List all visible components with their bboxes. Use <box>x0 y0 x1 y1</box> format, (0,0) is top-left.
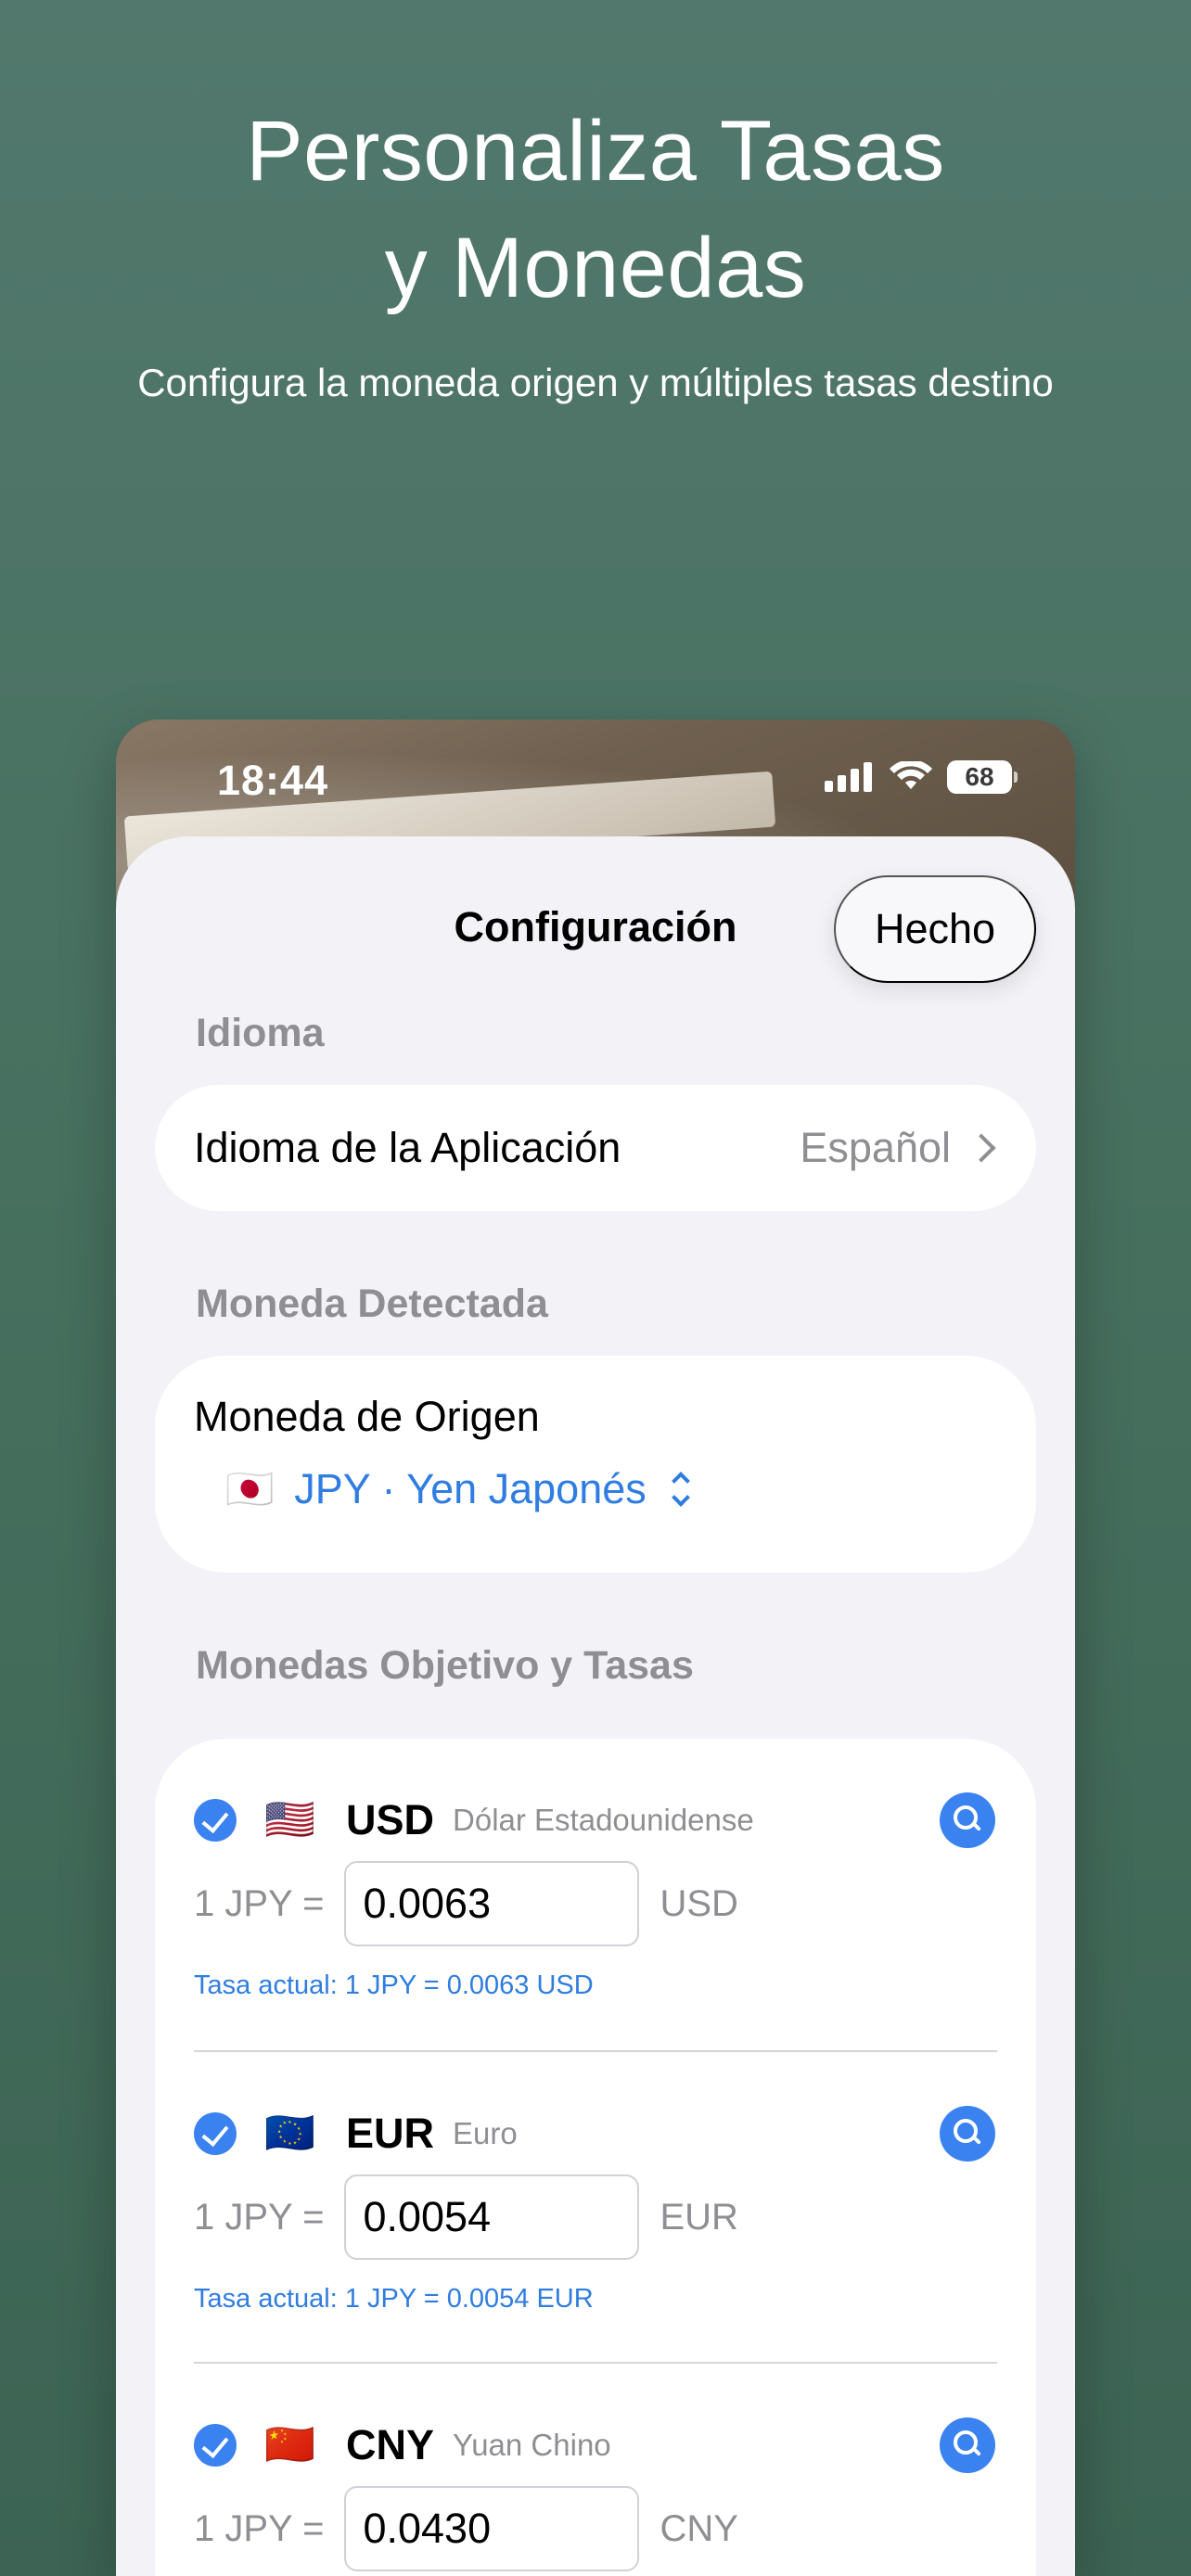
status-icons: 68 <box>825 760 1018 794</box>
cn-flag-icon: 🇨🇳 <box>264 2422 315 2468</box>
rate-input[interactable] <box>344 2486 640 2571</box>
rate-prefix: 1 JPY = <box>194 2507 325 2549</box>
eu-flag-icon: 🇪🇺 <box>264 2111 315 2156</box>
rate-unit: CNY <box>660 2507 738 2549</box>
rate-input[interactable] <box>344 1861 640 1946</box>
chevron-right-icon <box>967 1133 996 1163</box>
us-flag-icon: 🇺🇸 <box>264 1797 315 1843</box>
checkmark-icon[interactable] <box>194 2424 237 2467</box>
currency-code: USD <box>346 1796 435 1843</box>
rate-prefix: 1 JPY = <box>194 2196 325 2238</box>
search-icon[interactable] <box>940 2417 995 2473</box>
chevron-up-down-icon <box>671 1472 690 1507</box>
promo-title-line2: y Monedas <box>384 221 807 315</box>
currency-code: CNY <box>346 2421 435 2468</box>
app-language-label: Idioma de la Aplicación <box>194 1124 621 1171</box>
target-currencies-card: 🇺🇸 USD Dólar Estadounidense 1 JPY = USD … <box>155 1739 1036 2576</box>
target-head: 🇨🇳 CNY Yuan Chino <box>194 2417 997 2473</box>
target-head: 🇺🇸 USD Dólar Estadounidense <box>194 1792 997 1848</box>
done-button[interactable]: Hecho <box>834 875 1036 983</box>
currency-name: Euro <box>453 2116 518 2150</box>
status-bar: 18:44 68 <box>116 720 1075 849</box>
app-language-row[interactable]: Idioma de la Aplicación Español <box>155 1085 1036 1211</box>
rate-row: 1 JPY = CNY <box>194 2486 738 2571</box>
current-rate-text: Tasa actual: 1 JPY = 0.0063 USD <box>194 1970 594 2000</box>
app-language-value: Español <box>800 1124 951 1171</box>
rate-input[interactable] <box>344 2174 640 2260</box>
rate-unit: EUR <box>660 2196 738 2238</box>
checkmark-icon[interactable] <box>194 1799 237 1842</box>
section-header-targets: Monedas Objetivo y Tasas <box>196 1643 694 1688</box>
target-currency-usd: 🇺🇸 USD Dólar Estadounidense 1 JPY = USD … <box>194 1739 997 2050</box>
jp-flag-icon: 🇯🇵 <box>225 1467 275 1511</box>
currency-code: EUR <box>346 2110 435 2157</box>
origin-currency-label: Moneda de Origen <box>194 1393 540 1440</box>
origin-currency-value: JPY · Yen Japonés <box>294 1465 647 1512</box>
status-time: 18:44 <box>217 757 329 804</box>
wifi-icon <box>890 761 932 789</box>
section-header-detected: Moneda Detectada <box>196 1282 548 1326</box>
promo-subtitle: Configura la moneda origen y múltiples t… <box>137 361 1054 404</box>
checkmark-icon[interactable] <box>194 2112 237 2155</box>
current-rate-text: Tasa actual: 1 JPY = 0.0054 EUR <box>194 2284 594 2314</box>
currency-name: Dólar Estadounidense <box>453 1803 754 1837</box>
target-currency-eur: 🇪🇺 EUR Euro 1 JPY = EUR Tasa actual: 1 J… <box>194 2050 997 2362</box>
section-header-language: Idioma <box>196 1011 325 1055</box>
rate-prefix: 1 JPY = <box>194 1882 325 1924</box>
rate-unit: USD <box>660 1882 738 1924</box>
origin-currency-picker[interactable]: 🇯🇵 JPY · Yen Japonés <box>225 1465 997 1513</box>
promo-title: Personaliza Tasas y Monedas <box>0 93 1191 326</box>
search-icon[interactable] <box>940 1792 995 1848</box>
currency-name: Yuan Chino <box>453 2428 611 2462</box>
battery-icon: 68 <box>947 760 1018 794</box>
rate-row: 1 JPY = EUR <box>194 2174 738 2260</box>
device-screenshot: 18:44 68 Configuración Hecho Idioma Idio… <box>116 720 1075 2576</box>
target-head: 🇪🇺 EUR Euro <box>194 2106 997 2162</box>
target-currency-cny: 🇨🇳 CNY Yuan Chino 1 JPY = CNY <box>194 2362 997 2576</box>
promo-title-line1: Personaliza Tasas <box>246 104 945 198</box>
signal-icon <box>825 762 872 792</box>
rate-row: 1 JPY = USD <box>194 1861 738 1946</box>
search-icon[interactable] <box>940 2106 995 2162</box>
origin-currency-card: Moneda de Origen 🇯🇵 JPY · Yen Japonés <box>155 1356 1036 1573</box>
